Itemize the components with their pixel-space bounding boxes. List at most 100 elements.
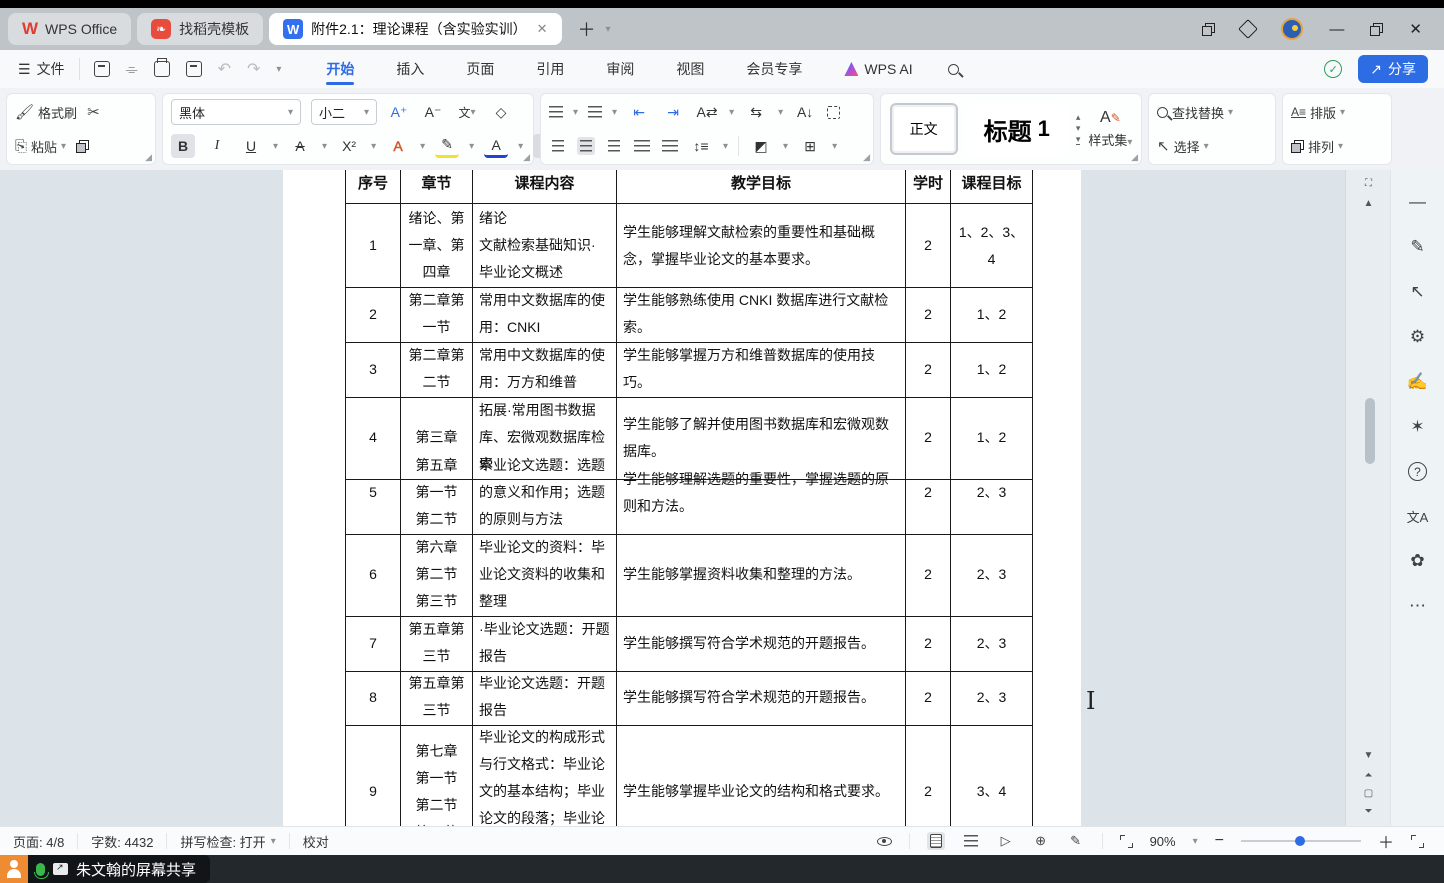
table-cell-objective[interactable]: 学生能够掌握毕业论文的结构和格式要求。 <box>617 723 906 826</box>
typeset-button[interactable]: A≡排版▾ <box>1291 103 1345 122</box>
arrange-button[interactable]: 排列▾ <box>1291 137 1343 156</box>
copy-icon[interactable] <box>76 140 89 153</box>
table-cell-hours[interactable]: 2 <box>906 286 951 343</box>
table-cell-hours[interactable]: 2 <box>906 615 951 672</box>
table-cell-chapter[interactable]: 第五章第 三节 <box>401 669 473 726</box>
table-cell-no[interactable]: 7 <box>346 615 401 672</box>
help-icon[interactable]: ? <box>1408 462 1427 481</box>
find-replace-button[interactable]: 查找替换▾ <box>1157 103 1233 122</box>
text-direction-icon[interactable]: ⇆ <box>744 100 768 124</box>
table-cell-no[interactable]: 9 <box>346 723 401 826</box>
bold-button[interactable]: B <box>171 134 195 158</box>
distribute-icon[interactable] <box>661 137 679 155</box>
table-cell-hours[interactable]: 2 <box>906 723 951 826</box>
new-tab-button[interactable]: ＋ <box>578 16 596 42</box>
character-scale-icon[interactable]: A⇄ <box>695 100 719 124</box>
zoom-slider[interactable] <box>1241 840 1361 842</box>
table-header-cell[interactable]: 课程目标 <box>951 170 1033 204</box>
table-cell-objective[interactable]: 学生能够理解文献检索的重要性和基础概念，掌握毕业论文的基本要求。 <box>617 204 906 288</box>
superscript-button[interactable]: X² <box>337 134 361 158</box>
table-header-cell[interactable]: 教学目标 <box>617 170 906 204</box>
table-cell-chapter[interactable]: 第五章第 三节 <box>401 615 473 672</box>
table-cell-goals[interactable]: 2、3 <box>951 451 1033 535</box>
table-cell-content[interactable]: 毕业论文选题：开题报告 <box>473 669 617 726</box>
table-cell-chapter[interactable]: 第六章 第二节 第三节 <box>401 533 473 617</box>
table-cell-objective[interactable]: 学生能够掌握资料收集和整理的方法。 <box>617 533 906 617</box>
more-icon[interactable]: ⋯ <box>1409 596 1426 616</box>
table-cell-chapter[interactable]: 第七章 第一节 第二节 第三节 <box>401 723 473 826</box>
table-cell-no[interactable]: 8 <box>346 669 401 726</box>
apps-cube-icon[interactable] <box>1239 19 1259 39</box>
table-cell-no[interactable]: 2 <box>346 286 401 343</box>
table-cell-objective[interactable]: 学生能够熟练使用 CNKI 数据库进行文献检索。 <box>617 286 906 343</box>
table-cell-no[interactable]: 5 <box>346 451 401 535</box>
tab-list-chevron-icon[interactable]: ▾ <box>606 24 611 35</box>
table-cell-hours[interactable]: 2 <box>906 204 951 288</box>
scroll-up-icon[interactable]: ▲ <box>1346 198 1391 209</box>
proofread-button[interactable]: 校对 <box>290 833 342 849</box>
numbered-list-icon[interactable] <box>588 106 602 118</box>
restore-button[interactable] <box>1370 23 1383 36</box>
justify-icon[interactable] <box>633 137 651 155</box>
tab-wps-ai[interactable]: WPS AI <box>823 50 933 88</box>
minimize-button[interactable]: — <box>1329 21 1344 38</box>
table-cell-hours[interactable]: 2 <box>906 341 951 398</box>
edit-pen-icon[interactable]: ✎ <box>1410 237 1424 257</box>
close-button[interactable]: ✕ <box>1409 20 1422 38</box>
paste-button[interactable]: ⎘粘贴▾ <box>15 137 66 156</box>
table-cell-hours[interactable]: 2 <box>906 451 951 535</box>
doc-saved-check-icon[interactable]: ✓ <box>1324 60 1342 78</box>
outline-view-icon[interactable] <box>962 832 980 850</box>
tab-close-icon[interactable]: ✕ <box>537 21 548 37</box>
table-cell-chapter[interactable]: 第五章 第一节 第二节 <box>401 451 473 535</box>
search-icon[interactable] <box>948 64 959 75</box>
export-pdf-icon[interactable]: ⌯ <box>126 61 138 78</box>
redo-icon[interactable]: ↷ <box>247 59 260 79</box>
underline-button[interactable]: U <box>239 134 263 158</box>
pointer-icon[interactable]: ↖ <box>1410 282 1424 302</box>
table-cell-goals[interactable]: 2、3 <box>951 615 1033 672</box>
table-cell-objective[interactable]: 学生能够理解选题的重要性，掌握选题的原则和方法。 <box>617 451 906 535</box>
table-cell-content[interactable]: 毕业论文的构成形式与行文格式：毕业论文的基本结构；毕业论文的段落；毕业论文的格 <box>473 723 617 826</box>
word-count[interactable]: 字数: 4432 <box>78 833 167 849</box>
play-presentation-icon[interactable]: ▷ <box>997 832 1015 850</box>
sort-icon[interactable]: A↓ <box>793 100 817 124</box>
table-cell-goals[interactable]: 2、3 <box>951 533 1033 617</box>
table-cell-chapter[interactable]: 第二章第 二节 <box>401 341 473 398</box>
tab-page[interactable]: 页面 <box>445 50 515 88</box>
select-button[interactable]: ↖选择▾ <box>1157 137 1209 156</box>
table-cell-objective[interactable]: 学生能够掌握万方和维普数据库的使用技巧。 <box>617 341 906 398</box>
table-cell-content[interactable]: 毕业论文的资料：毕业论文资料的收集和整理 <box>473 533 617 617</box>
quick-access-chevron-icon[interactable]: ▾ <box>276 64 281 75</box>
fullscreen-icon[interactable] <box>1411 835 1424 848</box>
strikethrough-button[interactable]: A <box>288 134 312 158</box>
table-header-cell[interactable]: 章节 <box>401 170 473 204</box>
table-cell-goals[interactable]: 1、2、3、4 <box>951 204 1033 288</box>
zoom-slider-handle[interactable] <box>1295 836 1305 846</box>
highlight-color-button[interactable]: ✎ <box>435 134 459 158</box>
page-indicator[interactable]: 页面: 4/8 <box>0 833 78 849</box>
account-avatar[interactable] <box>1281 18 1303 40</box>
table-cell-hours[interactable]: 2 <box>906 533 951 617</box>
table-cell-goals[interactable]: 2、3 <box>951 669 1033 726</box>
zoom-out-button[interactable]: − <box>1215 832 1224 850</box>
align-right-icon[interactable] <box>605 137 623 155</box>
zoom-level[interactable]: 90% <box>1150 834 1176 849</box>
previous-page-icon[interactable]: ⏶ <box>1346 770 1391 781</box>
zoom-in-button[interactable]: ＋ <box>1378 829 1394 853</box>
translate-icon[interactable]: 文A <box>1407 506 1429 526</box>
fit-page-icon[interactable] <box>1120 835 1133 848</box>
document-page[interactable]: 序号章节课程内容教学目标学时课程目标1绪论、第 一章、第 四章绪论 文献检索基础… <box>283 170 1081 826</box>
line-spacing-icon[interactable]: ↕≡ <box>689 134 713 158</box>
table-cell-objective[interactable]: 学生能够撰写符合学术规范的开题报告。 <box>617 669 906 726</box>
table-cell-no[interactable]: 6 <box>346 533 401 617</box>
style-set-button[interactable]: A✎ 样式集▾ <box>1088 109 1132 149</box>
decrease-font-button[interactable]: A⁻ <box>421 100 445 124</box>
undo-icon[interactable]: ↶ <box>218 59 231 79</box>
tab-insert[interactable]: 插入 <box>375 50 445 88</box>
table-cell-goals[interactable]: 1、2 <box>951 286 1033 343</box>
tab-member[interactable]: 会员专享 <box>725 50 823 88</box>
bullet-list-icon[interactable] <box>549 106 563 118</box>
table-cell-chapter[interactable]: 绪论、第 一章、第 四章 <box>401 204 473 288</box>
table-cell-goals[interactable]: 1、2 <box>951 341 1033 398</box>
